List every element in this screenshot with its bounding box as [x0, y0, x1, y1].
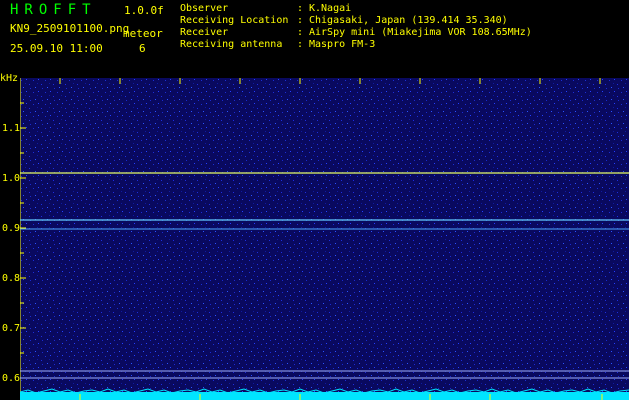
y-tick-label: 0.6	[2, 373, 21, 384]
app-brand: HROFFT	[10, 2, 97, 18]
y-tick-label: 1.1	[2, 123, 21, 134]
station-info: Observer : K.Nagai Receiving Location : …	[180, 3, 532, 51]
meteor-label: meteor	[123, 27, 163, 40]
info-row-antenna: Receiving antenna : Maspro FM-3	[180, 39, 532, 51]
info-row-location: Receiving Location : Chigasaki, Japan (1…	[180, 15, 532, 27]
y-tick-label: 0.7	[2, 323, 21, 334]
y-axis: kHz 1.1 1.0 0.9 0.8 0.7 0.6	[0, 73, 21, 400]
info-value: K.Nagai	[309, 3, 352, 14]
info-label: Receiver	[180, 27, 229, 38]
info-separator: :	[297, 27, 304, 38]
info-separator: :	[297, 39, 304, 50]
spectrogram	[20, 78, 629, 400]
file-name: KN9_2509101100.png	[10, 22, 130, 35]
app-version: 1.0.0f	[124, 4, 164, 17]
timestamp: 25.09.10 11:00	[10, 42, 103, 55]
spectrogram-canvas	[20, 78, 629, 400]
info-label: Receiving Location	[180, 15, 289, 26]
info-value: AirSpy mini (Miakejima VOR 108.65MHz)	[309, 27, 532, 38]
info-label: Observer	[180, 3, 229, 14]
y-tick-label: 0.8	[2, 273, 21, 284]
info-value: Chigasaki, Japan (139.414 35.340)	[309, 15, 508, 26]
info-separator: :	[297, 3, 304, 14]
info-row-receiver: Receiver : AirSpy mini (Miakejima VOR 10…	[180, 27, 532, 39]
info-row-observer: Observer : K.Nagai	[180, 3, 532, 15]
y-tick-label: 0.9	[2, 223, 21, 234]
meteor-count: 6	[139, 42, 146, 55]
header: HROFFT 1.0.0f KN9_2509101100.png meteor …	[0, 0, 629, 78]
y-tick-label: 1.0	[2, 173, 21, 184]
info-value: Maspro FM-3	[309, 39, 376, 50]
spectrogram-background	[20, 78, 629, 400]
y-axis-unit: kHz	[0, 73, 19, 84]
info-label: Receiving antenna	[180, 39, 283, 50]
info-separator: :	[297, 15, 304, 26]
